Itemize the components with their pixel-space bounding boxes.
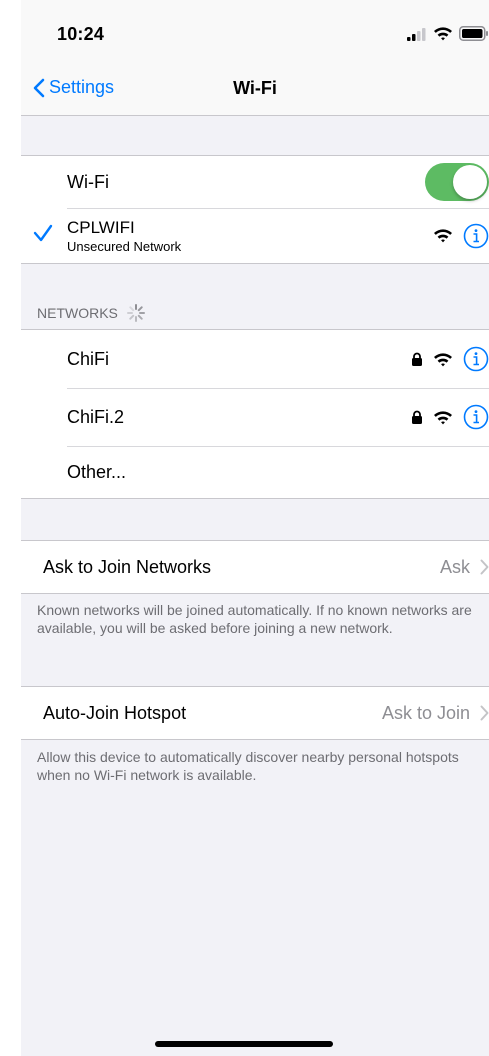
home-indicator[interactable]: [155, 1041, 333, 1047]
auto-join-hotspot-value: Ask to Join: [381, 702, 470, 723]
wifi-signal-icon: [433, 352, 453, 367]
other-network-label: Other...: [67, 461, 127, 482]
auto-join-hotspot-group: Auto-Join Hotspot Ask to Join: [21, 686, 489, 740]
connected-network-row[interactable]: CPLWIFI Unsecured Network: [21, 208, 489, 263]
loading-spinner-icon: [126, 303, 146, 323]
wifi-signal-icon: [433, 228, 453, 243]
status-time: 10:24: [57, 24, 105, 44]
networks-list: ChiFi ChiFi.2 Other...: [21, 329, 489, 499]
wifi-toggle-row: Wi-Fi: [21, 156, 489, 208]
checkmark-icon: [33, 224, 53, 242]
settings-screen: 10:24 Settings Wi-Fi Wi-Fi CPLWIFI Unsec…: [21, 0, 489, 1056]
ask-to-join-footer: Known networks will be joined automatica…: [37, 602, 472, 636]
info-icon[interactable]: [463, 223, 489, 249]
status-icons: [407, 26, 489, 41]
auto-join-hotspot-label: Auto-Join Hotspot: [43, 702, 187, 723]
status-bar: 10:24: [21, 0, 489, 64]
networks-header: NETWORKS: [37, 303, 146, 323]
ask-to-join-value: Ask: [439, 556, 470, 577]
toggle-knob: [453, 165, 487, 199]
network-name: ChiFi.2: [67, 406, 125, 427]
ask-to-join-label: Ask to Join Networks: [43, 556, 212, 577]
lock-icon: [411, 352, 423, 366]
wifi-group: Wi-Fi CPLWIFI Unsecured Network: [21, 155, 489, 264]
connected-network-name: CPLWIFI: [67, 217, 135, 237]
network-row[interactable]: ChiFi.2: [21, 388, 489, 446]
wifi-toggle-label: Wi-Fi: [67, 171, 109, 192]
network-row[interactable]: ChiFi: [21, 330, 489, 388]
info-icon[interactable]: [463, 346, 489, 372]
signal-icon: [407, 27, 427, 41]
wifi-toggle[interactable]: [425, 163, 489, 201]
auto-join-hotspot-row[interactable]: Auto-Join Hotspot Ask to Join: [21, 687, 489, 739]
page-title: Wi-Fi: [233, 78, 277, 98]
connected-network-subtitle: Unsecured Network: [67, 238, 182, 254]
wifi-icon: [433, 26, 453, 41]
chevron-right-icon: [480, 705, 489, 721]
network-name: ChiFi: [67, 348, 110, 369]
wifi-signal-icon: [433, 410, 453, 425]
ask-to-join-row[interactable]: Ask to Join Networks Ask: [21, 541, 489, 593]
info-icon[interactable]: [463, 404, 489, 430]
navigation-bar: Settings Wi-Fi: [21, 64, 489, 116]
auto-join-hotspot-footer: Allow this device to automatically disco…: [37, 749, 459, 783]
battery-icon: [459, 26, 489, 41]
chevron-right-icon: [480, 559, 489, 575]
other-network-row[interactable]: Other...: [21, 446, 489, 498]
networks-header-label: NETWORKS: [37, 305, 118, 321]
lock-icon: [411, 410, 423, 424]
ask-to-join-group: Ask to Join Networks Ask: [21, 540, 489, 594]
